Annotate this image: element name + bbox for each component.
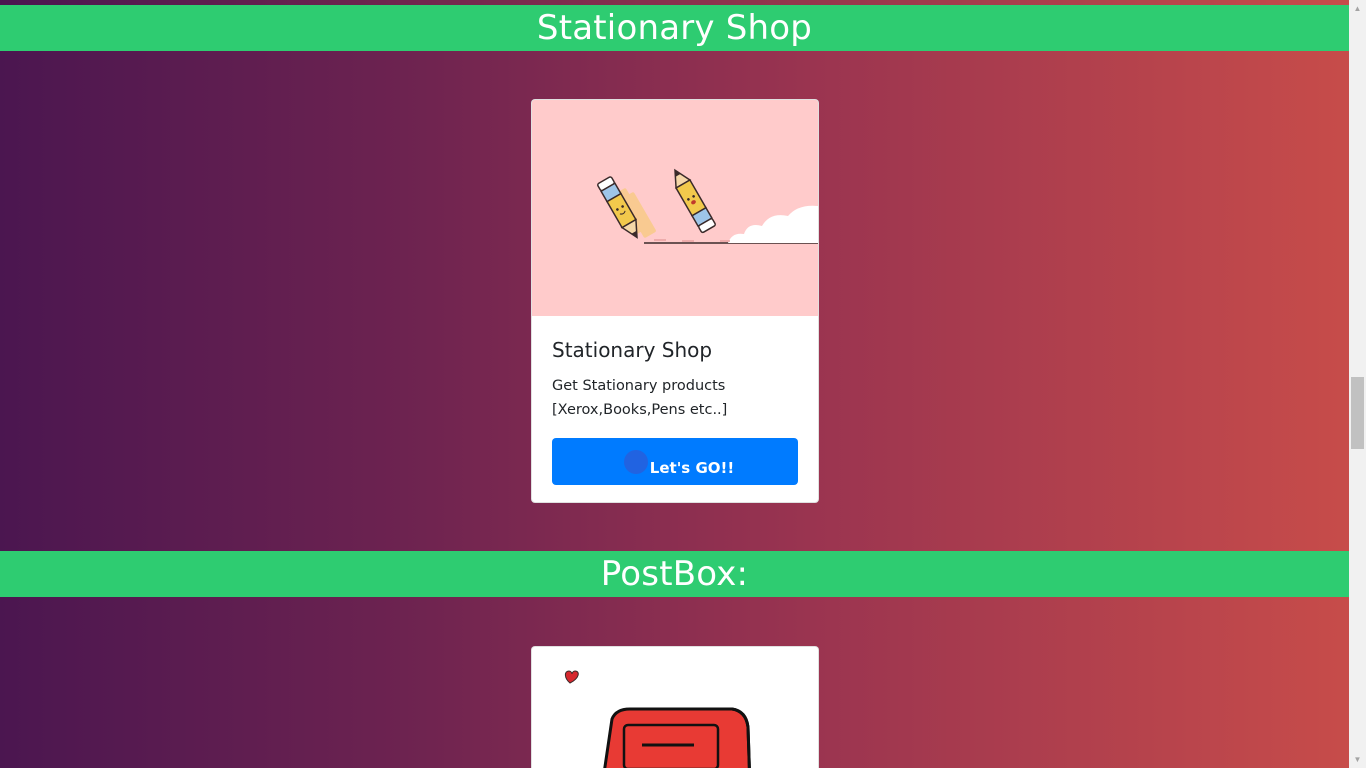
card-title: Stationary Shop [552, 338, 713, 362]
vertical-scrollbar[interactable]: ▲ ▼ [1349, 0, 1366, 768]
lets-go-button[interactable]: Let's GO!! [552, 438, 798, 485]
card-text-line-2: [Xerox,Books,Pens etc..] [552, 402, 728, 418]
lets-go-button-label: Let's GO!! [649, 459, 735, 477]
scroll-thumb[interactable] [1351, 377, 1364, 449]
scroll-down-arrow-icon[interactable]: ▼ [1349, 751, 1366, 768]
postbox-card [531, 646, 819, 768]
page: Stationary Shop Stationary Shop Get Stat… [0, 0, 1349, 768]
card-text-line-1: Get Stationary products [552, 378, 726, 394]
section-header-stationary: Stationary Shop [0, 5, 1349, 51]
card-body: Stationary Shop Get Stationary products … [532, 316, 818, 502]
card-description: Get Stationary products [Xerox,Books,Pen… [552, 374, 798, 422]
postbox-image [532, 647, 818, 768]
pencils-image [532, 100, 818, 316]
scroll-up-arrow-icon[interactable]: ▲ [1349, 0, 1366, 17]
stationary-card: Stationary Shop Get Stationary products … [531, 99, 819, 503]
section-header-postbox: PostBox: [0, 551, 1349, 597]
